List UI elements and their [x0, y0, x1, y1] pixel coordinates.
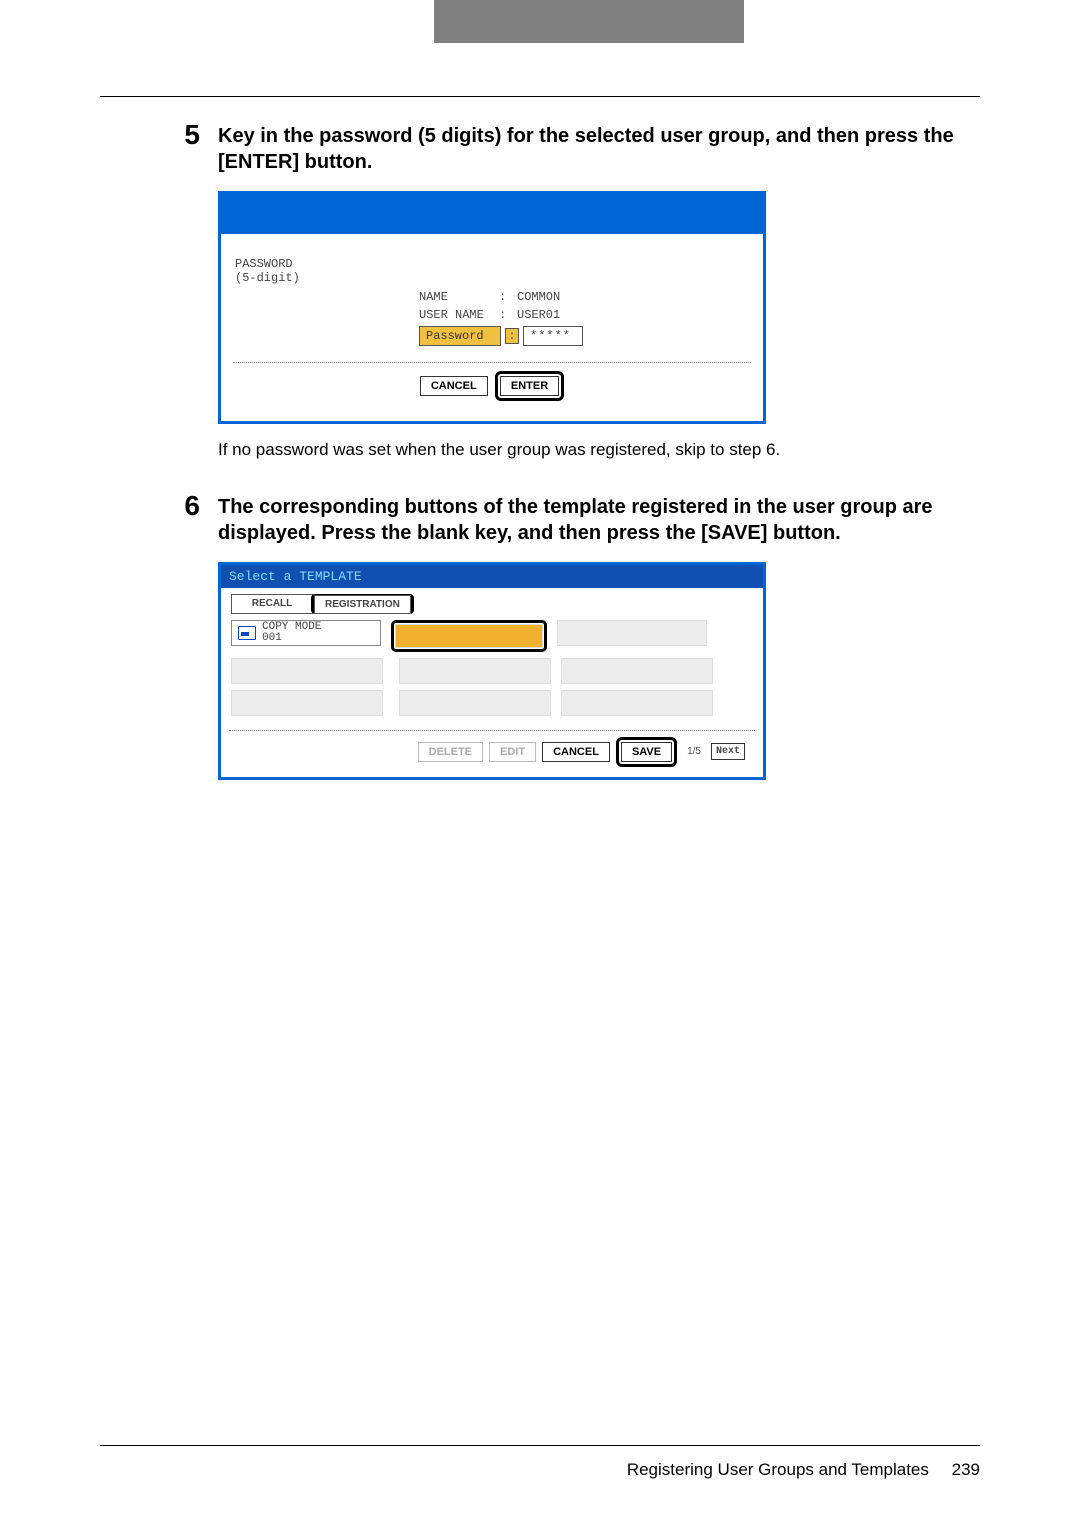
cancel-button[interactable]: CANCEL [420, 376, 488, 396]
tab-registration[interactable]: REGISTRATION [314, 595, 411, 614]
step-number: 6 [100, 492, 218, 520]
footer-title: Registering User Groups and Templates [627, 1460, 929, 1479]
template-slot-6[interactable] [561, 658, 713, 684]
enter-highlight: ENTER [495, 371, 564, 401]
password-screen: PASSWORD (5-digit) NAME : COMMON USER NA… [218, 191, 766, 424]
template-slot-3[interactable] [557, 620, 707, 646]
page-content: 5 Key in the password (5 digits) for the… [100, 96, 980, 794]
password-heading-line1: PASSWORD [235, 257, 293, 271]
document-icon [238, 626, 256, 640]
cancel-button[interactable]: CANCEL [542, 742, 610, 762]
tabs: RECALL REGISTRATION [221, 594, 763, 614]
step-instruction: Key in the password (5 digits) for the s… [218, 121, 980, 175]
screen-body: Select a TEMPLATE RECALL REGISTRATION CO… [221, 565, 763, 777]
template-slot-1-label: COPY MODE 001 [262, 622, 321, 644]
page-number: 239 [952, 1460, 980, 1479]
tab-registration-highlight: REGISTRATION [311, 594, 414, 614]
colon: : [505, 328, 519, 344]
name-label: NAME [419, 290, 499, 304]
screen-titlebar [221, 194, 763, 234]
password-label: Password [419, 326, 501, 346]
template-slot-5[interactable] [399, 658, 551, 684]
step5-note: If no password was set when the user gro… [218, 438, 980, 462]
blank-slot-highlight [391, 620, 547, 652]
header-tab-bar [434, 0, 744, 43]
action-row: DELETE EDIT CANCEL SAVE 1/5 Next [229, 730, 755, 777]
username-value: USER01 [517, 308, 560, 322]
password-heading-line2: (5-digit) [235, 271, 300, 285]
step-instruction: The corresponding buttons of the templat… [218, 492, 980, 546]
template-slot-1-line2: 001 [262, 632, 282, 644]
username-label: USER NAME [419, 308, 499, 322]
edit-button[interactable]: EDIT [489, 742, 536, 762]
info-rows: NAME : COMMON USER NAME : USER01 Passwor… [419, 290, 751, 346]
template-row: COPY MODE 001 [231, 620, 753, 652]
password-field[interactable]: ***** [523, 326, 583, 346]
template-slot-9[interactable] [561, 690, 713, 716]
save-highlight: SAVE [616, 737, 677, 767]
password-heading: PASSWORD (5-digit) [235, 258, 300, 286]
colon: : [499, 308, 517, 322]
template-row [231, 658, 753, 684]
template-grid: COPY MODE 001 [221, 614, 763, 724]
step-5: 5 Key in the password (5 digits) for the… [100, 121, 980, 175]
step-6: 6 The corresponding buttons of the templ… [100, 492, 980, 546]
page-footer: Registering User Groups and Templates 23… [100, 1445, 980, 1480]
divider [233, 362, 751, 363]
delete-button[interactable]: DELETE [418, 742, 483, 762]
next-button[interactable]: Next [711, 743, 745, 760]
template-slot-8[interactable] [399, 690, 551, 716]
screen-title: Select a TEMPLATE [221, 565, 763, 588]
page-indicator: 1/5 [687, 746, 701, 757]
colon: : [499, 290, 517, 304]
template-slot-2-blank[interactable] [395, 624, 543, 648]
username-row: USER NAME : USER01 [419, 308, 751, 322]
enter-button[interactable]: ENTER [500, 376, 559, 396]
password-row: Password : ***** [419, 326, 751, 346]
step-number: 5 [100, 121, 218, 149]
tab-recall[interactable]: RECALL [231, 594, 313, 614]
name-row: NAME : COMMON [419, 290, 751, 304]
template-slot-7[interactable] [231, 690, 383, 716]
action-row: CANCEL ENTER [233, 371, 751, 411]
template-slot-4[interactable] [231, 658, 383, 684]
screen-body: PASSWORD (5-digit) NAME : COMMON USER NA… [221, 234, 763, 421]
name-value: COMMON [517, 290, 560, 304]
template-row [231, 690, 753, 716]
template-screen: Select a TEMPLATE RECALL REGISTRATION CO… [218, 562, 766, 780]
save-button[interactable]: SAVE [621, 742, 672, 762]
template-slot-1[interactable]: COPY MODE 001 [231, 620, 381, 646]
